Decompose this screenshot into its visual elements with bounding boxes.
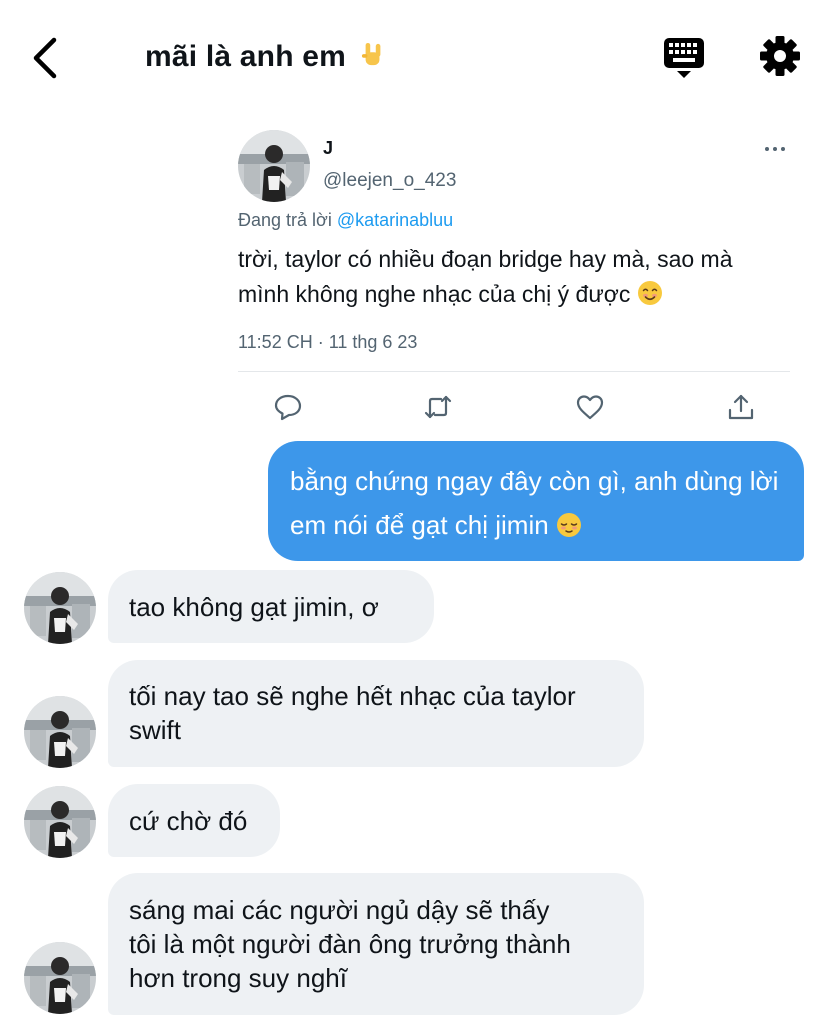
tweet-more-button[interactable] (764, 140, 786, 158)
settings-button[interactable] (758, 34, 802, 78)
tweet-author-handle[interactable]: @leejen_o_423 (323, 170, 456, 192)
reply-button[interactable] (273, 392, 303, 422)
message-text: sáng mai các người ngủ dậy sẽ thấy tôi l… (129, 895, 571, 993)
tweet-author-avatar[interactable] (238, 130, 310, 202)
chat-header: mãi là anh em (0, 0, 828, 110)
keyboard-button[interactable] (662, 36, 706, 80)
smiling-face-emoji (637, 281, 662, 305)
sender-avatar[interactable] (24, 572, 96, 644)
retweet-icon (424, 395, 452, 419)
incoming-message[interactable]: sáng mai các người ngủ dậy sẽ thấy tôi l… (108, 873, 644, 1015)
message-text: tao không gạt jimin, ơ (129, 592, 379, 622)
message-text: bằng chứng ngay đây còn gì, anh dùng lời… (290, 466, 779, 540)
message-text: cứ chờ đó (129, 806, 248, 836)
incoming-message[interactable]: cứ chờ đó (108, 784, 280, 857)
reply-icon (274, 394, 302, 421)
tweet-text: trời, taylor có nhiều đoạn bridge hay mà… (238, 242, 790, 312)
gear-icon (760, 36, 800, 76)
replying-to-line: Đang trả lời @katarinabluu (238, 210, 453, 231)
relieved-face-emoji (556, 513, 581, 537)
conversation-title-text: mãi là anh em (145, 40, 347, 73)
replying-to-prefix: Đang trả lời (238, 210, 337, 230)
sender-avatar[interactable] (24, 696, 96, 768)
back-chevron-icon (33, 37, 57, 79)
replying-to-mention[interactable]: @katarinabluu (337, 210, 453, 230)
share-icon (728, 394, 754, 420)
shared-tweet-card[interactable]: J @leejen_o_423 Đang trả lời @katarinabl… (238, 128, 790, 428)
tweet-divider (238, 371, 790, 372)
like-button[interactable] (575, 392, 605, 422)
incoming-message[interactable]: tao không gạt jimin, ơ (108, 570, 434, 643)
retweet-button[interactable] (423, 392, 453, 422)
more-dots-icon (765, 147, 785, 151)
like-icon (576, 395, 604, 420)
sender-avatar[interactable] (24, 942, 96, 1014)
rock-hand-emoji (361, 43, 380, 66)
conversation-title: mãi là anh em (145, 40, 385, 74)
back-button[interactable] (26, 34, 66, 82)
outgoing-message[interactable]: bằng chứng ngay đây còn gì, anh dùng lời… (268, 441, 804, 561)
tweet-author-name[interactable]: J (323, 138, 333, 159)
incoming-message[interactable]: tối nay tao sẽ nghe hết nhạc của taylor … (108, 660, 644, 767)
keyboard-icon (664, 38, 704, 78)
share-button[interactable] (726, 392, 756, 422)
tweet-timestamp: 11:52 CH · 11 thg 6 23 (238, 332, 418, 352)
message-text: tối nay tao sẽ nghe hết nhạc của taylor … (129, 681, 576, 745)
sender-avatar[interactable] (24, 786, 96, 858)
